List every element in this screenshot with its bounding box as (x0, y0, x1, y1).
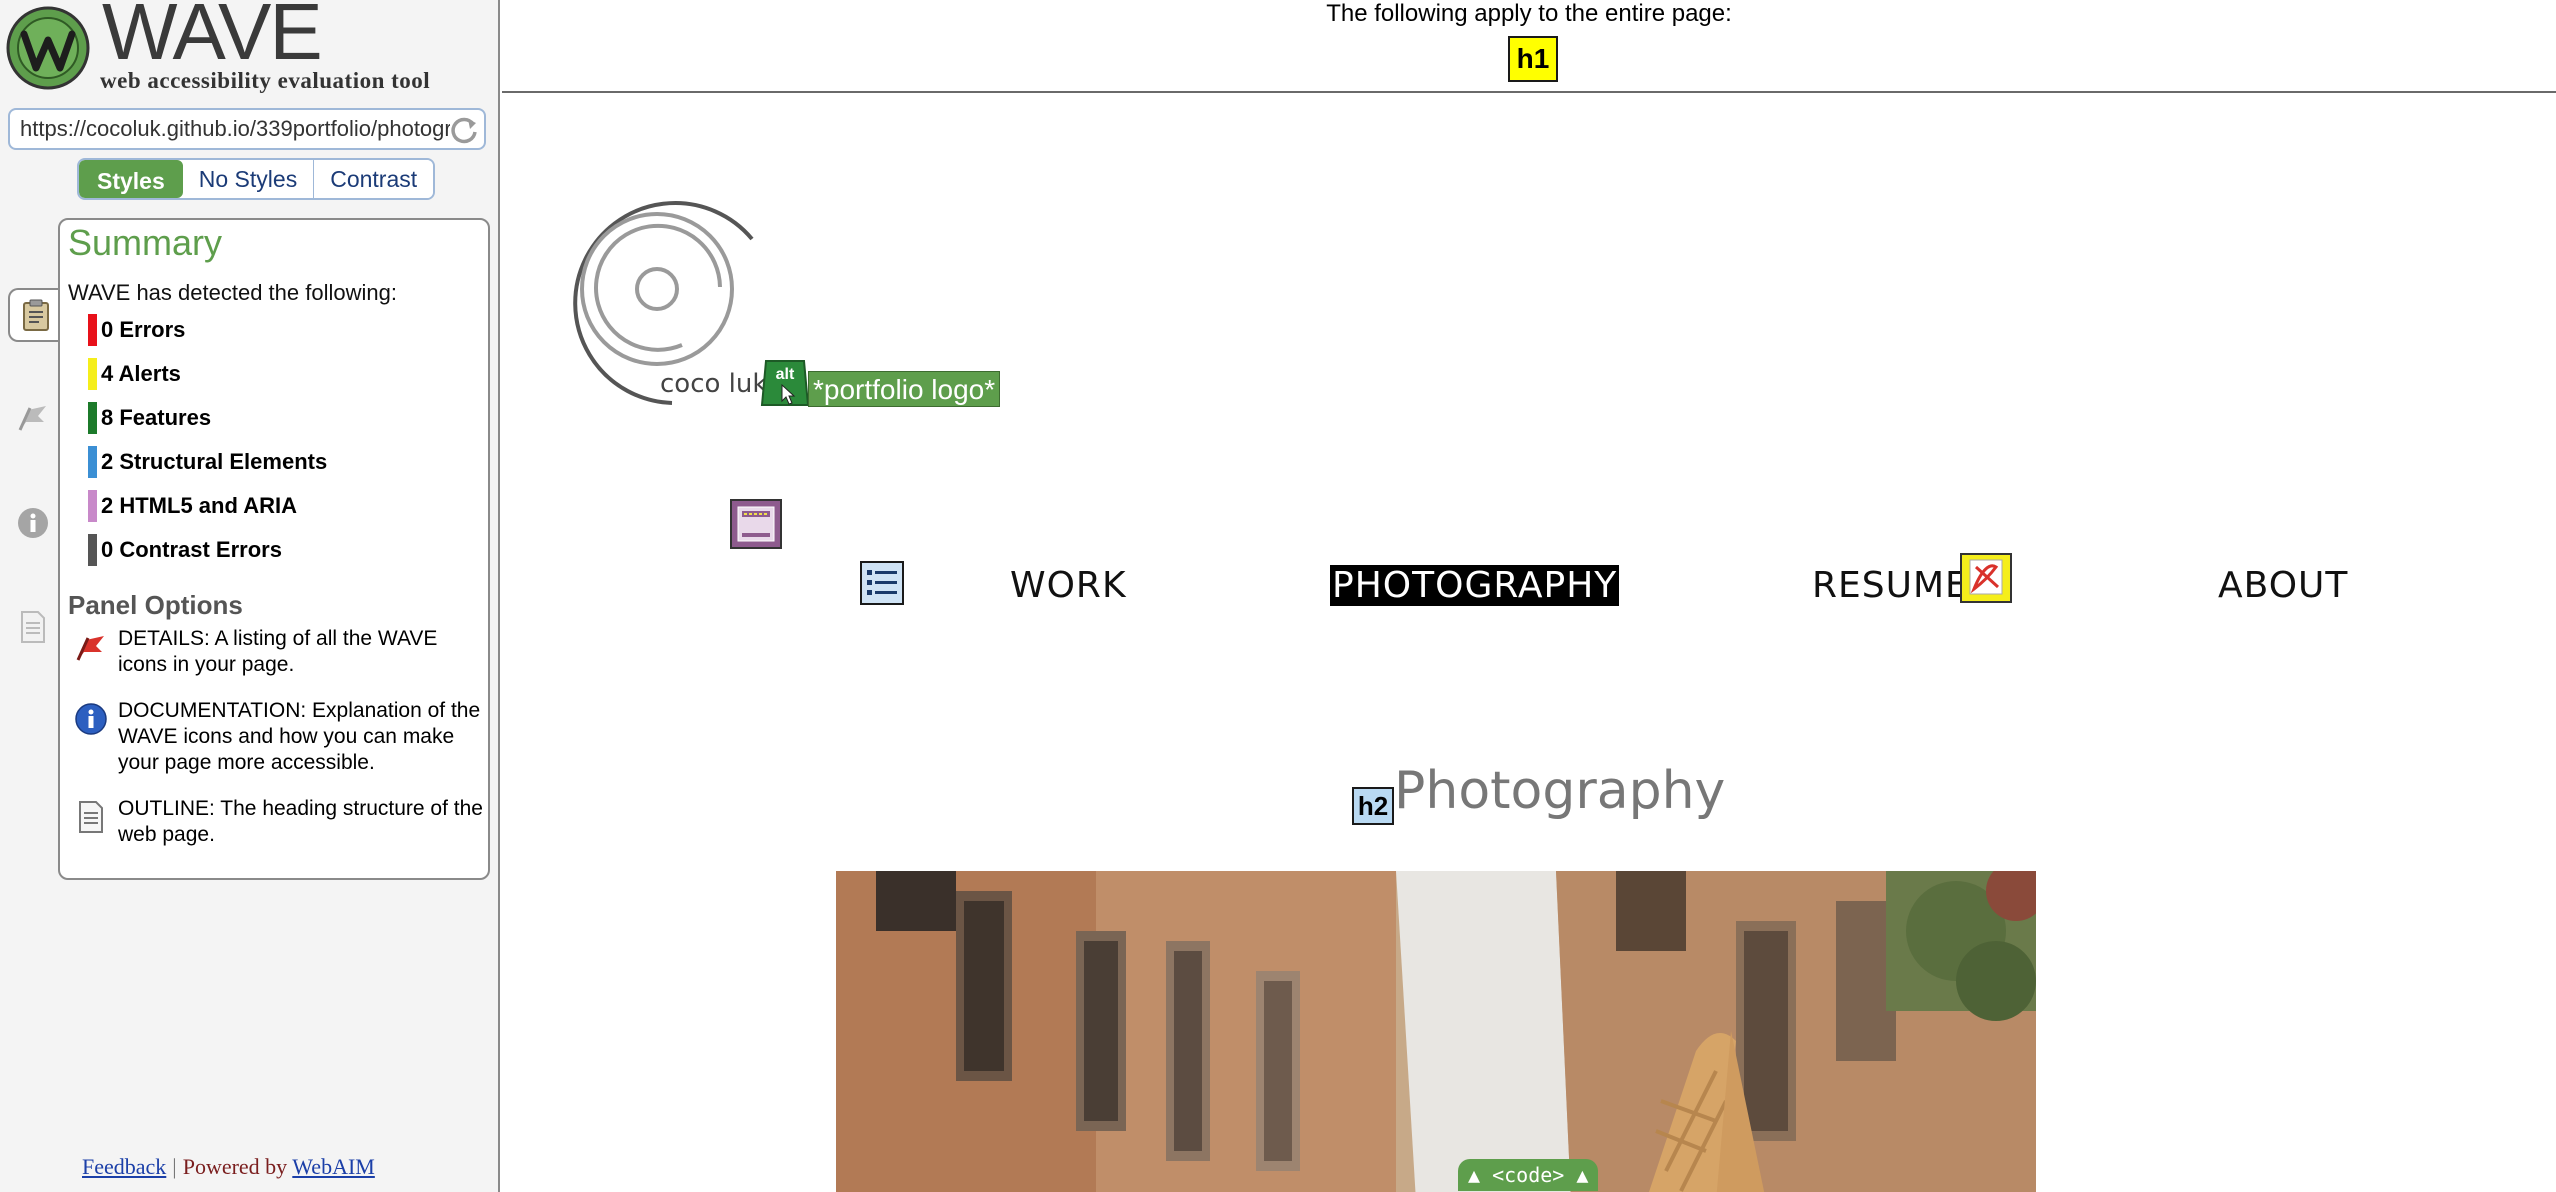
list-icon[interactable] (860, 561, 904, 605)
info-icon (18, 508, 48, 538)
option-documentation-text: DOCUMENTATION: Explanation of the WAVE i… (118, 699, 481, 774)
contrast-button[interactable]: Contrast (314, 160, 434, 198)
view-mode-toggle: Styles No Styles Contrast (77, 158, 436, 200)
nav-resume[interactable]: RESUME (1812, 565, 1969, 606)
errors-label: 0 Errors (101, 317, 186, 342)
pdf-link-icon[interactable] (1960, 553, 2012, 603)
option-details[interactable]: DETAILS: A listing of all the WAVE icons… (74, 626, 486, 678)
svg-text:alt: alt (776, 366, 795, 383)
tab-summary[interactable] (8, 288, 62, 342)
wave-sidebar: WAVE web accessibility evaluation tool S… (0, 0, 500, 1192)
errors-color-bar (88, 314, 97, 346)
structural-label: 2 Structural Elements (101, 449, 328, 474)
option-details-text: DETAILS: A listing of all the WAVE icons… (118, 627, 438, 676)
features-color-bar (88, 402, 97, 434)
contrast-color-bar (88, 534, 97, 566)
summary-intro: WAVE has detected the following: (68, 280, 397, 305)
aria-color-bar (88, 490, 97, 522)
flag-icon (76, 636, 104, 661)
feedback-link[interactable]: Feedback (82, 1154, 166, 1179)
alerts-label: 4 Alerts (101, 361, 181, 386)
option-outline-text: OUTLINE: The heading structure of the we… (118, 797, 483, 846)
h2-icon[interactable]: h2 (1352, 787, 1394, 825)
clipboard-icon (23, 299, 49, 331)
no-styles-button[interactable]: No Styles (182, 160, 315, 198)
footer-separator: | (172, 1154, 177, 1179)
powered-by-text: Powered by (182, 1154, 288, 1179)
alerts-count[interactable]: 4 Alerts (88, 358, 181, 390)
errors-count[interactable]: 0 Errors (88, 314, 185, 346)
flag-icon (18, 406, 46, 431)
webaim-link[interactable]: WebAIM (292, 1154, 375, 1179)
page-level-bar: The following apply to the entire page: … (502, 0, 2556, 93)
document-icon (21, 611, 45, 643)
page-heading: Photography (1394, 761, 1726, 821)
nav-about[interactable]: ABOUT (2218, 565, 2348, 606)
info-icon (75, 703, 107, 735)
wave-logo-icon (6, 6, 90, 90)
structural-count[interactable]: 2 Structural Elements (88, 446, 327, 478)
option-documentation[interactable]: DOCUMENTATION: Explanation of the WAVE i… (74, 698, 486, 776)
alerts-color-bar (88, 358, 97, 390)
styles-button[interactable]: Styles (79, 160, 183, 198)
url-input[interactable] (20, 110, 450, 148)
panel-options-title: Panel Options (68, 590, 243, 620)
option-outline[interactable]: OUTLINE: The heading structure of the we… (74, 796, 486, 848)
navigation-region-icon[interactable] (730, 499, 782, 549)
tab-documentation[interactable] (10, 500, 56, 546)
panel-title: Summary (68, 222, 223, 263)
tab-outline[interactable] (10, 604, 56, 650)
nav-photography[interactable]: PHOTOGRAPHY (1330, 565, 1620, 606)
structural-color-bar (88, 446, 97, 478)
summary-panel: Summary WAVE has detected the following:… (58, 218, 490, 880)
features-count[interactable]: 8 Features (88, 402, 211, 434)
aria-count[interactable]: 2 HTML5 and ARIA (88, 490, 297, 522)
aria-label: 2 HTML5 and ARIA (101, 493, 297, 518)
features-label: 8 Features (101, 405, 212, 430)
site-logo-text: coco luk (660, 369, 768, 399)
sidebar-footer: Feedback | Powered by WebAIM (82, 1154, 375, 1180)
alt-text-icon[interactable]: alt (760, 357, 810, 407)
reload-icon[interactable] (448, 114, 480, 146)
page-level-text: The following apply to the entire page: (1326, 0, 1732, 27)
wave-title: WAVE (102, 0, 323, 76)
contrast-label: 0 Contrast Errors (101, 537, 282, 562)
alt-text-label: *portfolio logo* (808, 371, 1001, 407)
contrast-count[interactable]: 0 Contrast Errors (88, 534, 282, 566)
document-icon (79, 801, 103, 833)
url-field-container (8, 108, 486, 150)
evaluated-page: coco luk alt *portfolio logo* WORK PHOTO… (502, 95, 2556, 1192)
nav-work[interactable]: WORK (1010, 565, 1127, 606)
h1-icon[interactable]: h1 (1508, 36, 1558, 82)
wave-tagline: web accessibility evaluation tool (100, 68, 431, 93)
tab-details[interactable] (10, 394, 56, 440)
photography-image (836, 871, 2036, 1192)
code-element-icon[interactable]: ▲ <code> ▲ (1458, 1159, 1599, 1191)
